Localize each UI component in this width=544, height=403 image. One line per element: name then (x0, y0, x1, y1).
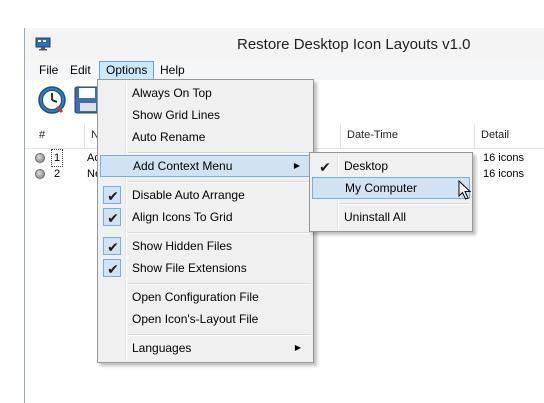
menu-item-label: My Computer (345, 181, 418, 195)
menu-item-label: Align Icons To Grid (132, 210, 233, 224)
row-number: 1 (50, 149, 64, 167)
menu-item-label: Always On Top (132, 86, 212, 100)
row-detail: 16 icons (483, 168, 524, 180)
menu-separator (128, 152, 311, 154)
restore-clock-icon[interactable] (37, 85, 67, 115)
checkmark-icon: ✔ (103, 186, 121, 204)
menu-help[interactable]: Help (154, 61, 191, 80)
menu-item-label: Add Context Menu (133, 159, 233, 173)
menu-item-label: Auto Rename (132, 130, 206, 144)
status-dot-icon (35, 169, 45, 179)
title-bar[interactable]: Restore Desktop Icon Layouts v1.0 (25, 28, 544, 61)
menu-edit[interactable]: Edit (64, 61, 97, 80)
menu-item-disable-auto-arrange[interactable]: ✔ Disable Auto Arrange (100, 184, 311, 206)
menu-item-label: Disable Auto Arrange (132, 188, 245, 202)
menu-bar: File Edit Options Help (25, 61, 544, 80)
menu-item-show-grid-lines[interactable]: Show Grid Lines (100, 104, 311, 126)
submenu-item-my-computer[interactable]: My Computer (312, 177, 470, 199)
checkmark-icon: ✔ (103, 259, 121, 277)
row-number: 2 (54, 168, 61, 180)
menu-item-auto-rename[interactable]: Auto Rename (100, 126, 311, 148)
menu-file[interactable]: File (33, 61, 64, 80)
menu-item-label: Uninstall All (344, 210, 407, 224)
submenu-arrow-icon: ▶ (294, 343, 301, 352)
app-monitor-icon (35, 37, 51, 51)
menu-item-align-icons-to-grid[interactable]: ✔ Align Icons To Grid (100, 206, 311, 228)
menu-separator (128, 283, 311, 285)
checkmark-icon: ✔ (103, 208, 121, 226)
checkmark-icon: ✔ (103, 237, 121, 255)
submenu-item-desktop[interactable]: ✔ Desktop (312, 155, 470, 177)
menu-item-open-icons-layout-file[interactable]: Open Icon's-Layout File (100, 308, 311, 330)
submenu-arrow-icon: ▶ (293, 161, 300, 170)
menu-item-always-on-top[interactable]: Always On Top (100, 82, 311, 104)
menu-item-label: Show Grid Lines (132, 108, 221, 122)
menu-item-add-context-menu[interactable]: Add Context Menu ▶ (100, 155, 311, 177)
menu-item-label: Desktop (344, 159, 389, 173)
row-detail: 16 icons (483, 152, 524, 164)
menu-item-show-file-extensions[interactable]: ✔ Show File Extensions (100, 257, 311, 279)
menu-separator (128, 181, 311, 183)
status-dot-icon (35, 153, 45, 163)
menu-item-languages[interactable]: Languages ▶ (100, 337, 311, 359)
menu-item-open-configuration-file[interactable]: Open Configuration File (100, 286, 311, 308)
menu-separator (128, 232, 311, 234)
checkmark-icon: ✔ (315, 157, 333, 175)
menu-item-label: Show Hidden Files (132, 239, 233, 253)
mouse-pointer-icon (458, 180, 472, 200)
column-detail[interactable]: Detail (475, 124, 544, 148)
context-submenu: ✔ Desktop My Computer Uninstall All (309, 152, 473, 232)
menu-item-show-hidden-files[interactable]: ✔ Show Hidden Files (100, 235, 311, 257)
menu-separator (128, 334, 311, 336)
window-title: Restore Desktop Icon Layouts v1.0 (237, 36, 471, 53)
options-menu: Always On Top Show Grid Lines Auto Renam… (97, 79, 314, 363)
column-date-time[interactable]: Date-Time (341, 124, 475, 148)
submenu-item-uninstall-all[interactable]: Uninstall All (312, 206, 470, 228)
menu-separator (340, 203, 470, 205)
menu-item-label: Show File Extensions (132, 261, 247, 275)
menu-item-label: Open Configuration File (132, 290, 259, 304)
column-number[interactable]: # (33, 124, 85, 148)
menu-item-label: Open Icon's-Layout File (132, 312, 259, 326)
menu-item-label: Languages (132, 341, 192, 355)
menu-options[interactable]: Options (99, 61, 155, 80)
